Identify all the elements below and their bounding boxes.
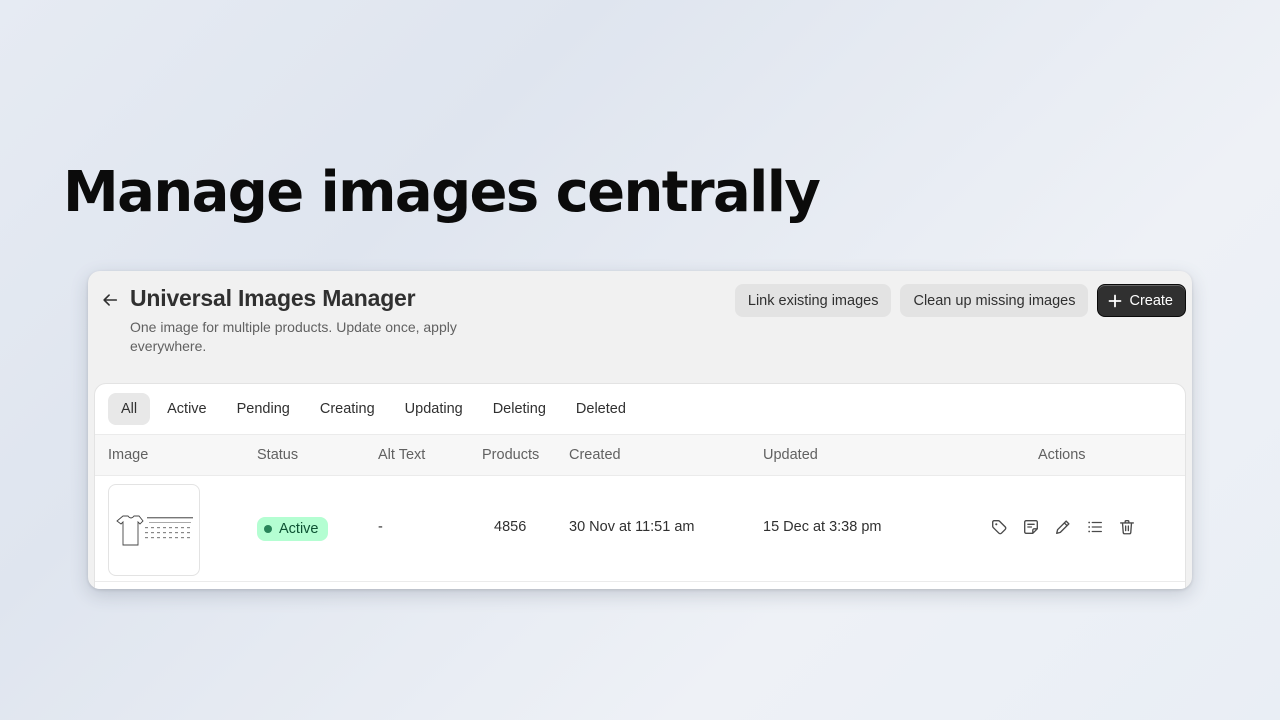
image-thumbnail[interactable] — [108, 484, 200, 576]
arrow-left-icon — [103, 294, 118, 306]
tab-pending[interactable]: Pending — [224, 393, 303, 425]
tag-icon[interactable] — [989, 517, 1009, 537]
column-header-updated: Updated — [763, 447, 818, 463]
tab-deleting[interactable]: Deleting — [480, 393, 559, 425]
table-row[interactable]: Active - 4856 30 Nov at 11:51 am 15 Dec … — [95, 476, 1185, 582]
images-panel: All Active Pending Creating Updating Del… — [94, 383, 1186, 589]
tab-creating[interactable]: Creating — [307, 393, 388, 425]
status-dot — [264, 525, 272, 533]
back-button[interactable] — [99, 289, 121, 311]
plus-icon — [1109, 294, 1122, 307]
row-actions — [989, 517, 1137, 537]
link-existing-images-button[interactable]: Link existing images — [734, 284, 892, 317]
header-actions: Link existing images Clean up missing im… — [734, 284, 1186, 317]
hero-title: Manage images centrally — [63, 160, 821, 225]
status-tabs: All Active Pending Creating Updating Del… — [95, 384, 1185, 435]
column-header-actions: Actions — [1038, 447, 1086, 463]
create-button[interactable]: Create — [1097, 284, 1186, 317]
clean-up-missing-images-button[interactable]: Clean up missing images — [900, 284, 1089, 317]
column-header-products: Products — [482, 447, 540, 463]
create-button-label: Create — [1129, 292, 1173, 309]
page-subtitle: One image for multiple products. Update … — [130, 319, 457, 354]
pencil-icon[interactable] — [1053, 517, 1073, 537]
tab-active[interactable]: Active — [154, 393, 220, 425]
tab-updating[interactable]: Updating — [392, 393, 476, 425]
app-card: Universal Images Manager One image for m… — [88, 271, 1192, 589]
column-header-created: Created — [569, 447, 621, 463]
alt-text-value: - — [378, 519, 383, 535]
created-date: 30 Nov at 11:51 am — [569, 519, 695, 535]
products-count: 4856 — [494, 519, 527, 535]
status-badge-label: Active — [279, 521, 319, 537]
updated-date: 15 Dec at 3:38 pm — [763, 519, 882, 535]
column-header-status: Status — [257, 447, 299, 463]
column-header-image: Image — [108, 447, 149, 463]
tab-deleted[interactable]: Deleted — [563, 393, 639, 425]
page-title: Universal Images Manager — [130, 285, 416, 311]
column-header-alt-text: Alt Text — [378, 447, 426, 463]
trash-icon[interactable] — [1117, 517, 1137, 537]
note-icon[interactable] — [1021, 517, 1041, 537]
table-header: Image Status Alt Text Products Created U… — [95, 435, 1185, 476]
product-image-preview — [116, 515, 193, 546]
status-badge: Active — [257, 517, 328, 541]
list-icon[interactable] — [1085, 517, 1105, 537]
tab-all[interactable]: All — [108, 393, 151, 425]
